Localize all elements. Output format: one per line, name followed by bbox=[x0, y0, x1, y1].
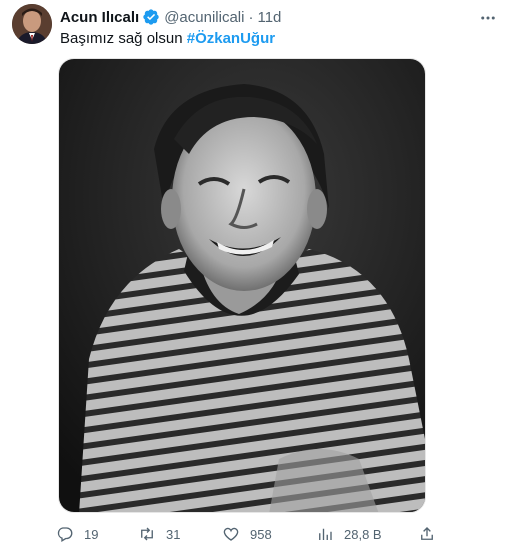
portrait-photo-image bbox=[59, 59, 425, 512]
retweet-button[interactable]: 31 bbox=[138, 523, 180, 545]
like-count: 958 bbox=[250, 526, 272, 542]
avatar-image bbox=[12, 4, 52, 44]
retweet-count: 31 bbox=[166, 526, 181, 542]
heart-icon bbox=[223, 527, 239, 541]
more-dots-icon bbox=[481, 16, 495, 20]
reply-count: 19 bbox=[84, 526, 99, 542]
share-button[interactable] bbox=[418, 523, 436, 545]
like-button[interactable]: 958 bbox=[222, 523, 272, 545]
reply-icon bbox=[57, 527, 73, 542]
tweet-text-body: Başımız sağ olsun bbox=[60, 30, 187, 47]
reply-button[interactable]: 19 bbox=[56, 523, 98, 545]
tweet-text: Başımız sağ olsun #ÖzkanUğur bbox=[60, 29, 275, 49]
separator-dot: · bbox=[248, 8, 254, 26]
views-count: 28,8 B bbox=[344, 526, 382, 542]
views-bar-chart-icon bbox=[319, 528, 332, 540]
share-icon bbox=[421, 527, 433, 540]
tweet-header: Acun Ilıcalı @acunilicali · 11d bbox=[60, 7, 281, 27]
views-button[interactable]: 28,8 B bbox=[316, 523, 382, 545]
author-name[interactable]: Acun Ilıcalı bbox=[60, 9, 139, 26]
more-options-button[interactable] bbox=[476, 6, 500, 30]
tweet-timestamp[interactable]: 11d bbox=[257, 9, 281, 26]
author-avatar[interactable] bbox=[12, 4, 52, 44]
retweet-icon bbox=[141, 527, 153, 541]
tweet: Acun Ilıcalı @acunilicali · 11d Başımız … bbox=[0, 0, 510, 554]
tweet-actions-bar: 19 31 958 28,8 B bbox=[56, 523, 446, 545]
author-handle[interactable]: @acunilicali bbox=[164, 9, 244, 26]
hashtag-link[interactable]: #ÖzkanUğur bbox=[187, 30, 275, 47]
tweet-photo[interactable] bbox=[58, 58, 426, 513]
verified-badge-icon bbox=[142, 8, 160, 26]
